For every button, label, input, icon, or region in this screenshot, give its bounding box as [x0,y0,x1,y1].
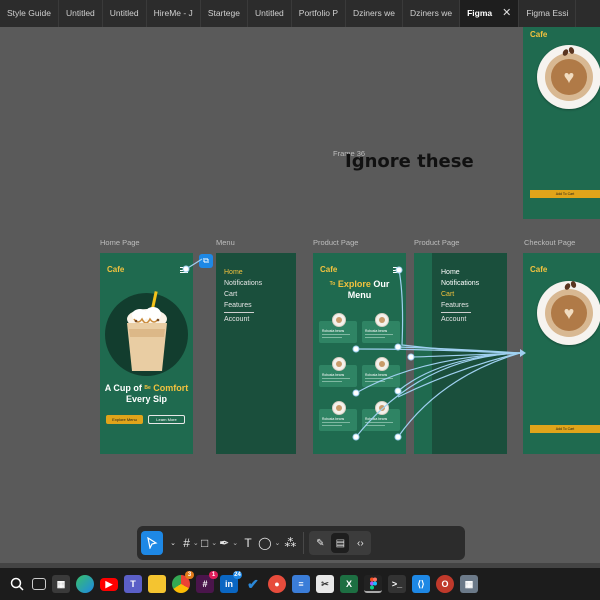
text-icon: T [244,536,252,550]
prototype-connections [182,258,526,441]
code-icon: ‹› [357,537,364,549]
design-mode-button[interactable]: ▤ [331,533,350,553]
pen-icon: ✒ [219,536,230,550]
tab[interactable]: Dziners we [346,0,404,27]
close-icon[interactable]: ✕ [502,0,511,27]
pen-tool[interactable]: ✒ ⌄ [219,531,238,555]
cursor-icon [147,537,158,549]
figma-canvas[interactable]: Frame 36 Ignore these ♥ Cafe Add To Cart… [0,27,600,565]
components-icon: ⁂ [284,536,297,550]
calculator-icon[interactable]: ▦ [460,575,478,593]
chevron-down-icon: ⌄ [274,540,281,547]
vscode-icon[interactable]: ⟨⟩ [412,575,430,593]
tab[interactable]: Dziners we [403,0,461,27]
chevron-down-icon[interactable]: ⌄ [165,531,181,555]
text-tool[interactable]: T [240,531,256,555]
widgets-icon[interactable]: ▦ [52,575,70,593]
tab-active[interactable]: Figma ✕ [460,0,520,27]
chevron-down-icon: ⌄ [211,540,218,547]
comment-icon: ◯ [258,536,272,550]
youtube-icon[interactable]: ▶ [100,577,118,591]
excel-icon[interactable]: X [340,575,358,593]
windows-taskbar: ▦ ▶ T 3 # 1 in 24 ✔ ● ≡ ✂ X >_ ⟨⟩ O ▦ [0,568,600,600]
chrome-icon[interactable]: 3 [172,571,194,593]
mode-switcher: ✎ ▤ ‹› [309,531,372,555]
slack-icon[interactable]: # 1 [196,571,218,593]
tab-label: Figma [467,8,493,18]
notes-icon[interactable]: ≡ [292,575,310,593]
draw-icon: ✎ [316,537,325,549]
opera-icon[interactable]: O [436,575,454,593]
chevron-down-icon: ⌄ [232,540,239,547]
design-icon: ▤ [335,537,346,549]
linkedin-icon[interactable]: in 24 [220,571,242,593]
file-explorer-icon[interactable] [148,575,166,593]
search-icon[interactable] [8,575,26,593]
draw-mode-button[interactable]: ✎ [311,533,329,553]
tab[interactable]: Style Guide [0,0,59,27]
tab[interactable]: Figma Essi [519,0,577,27]
tab[interactable]: Untitled [103,0,147,27]
screen-recorder-icon[interactable]: ● [268,575,286,593]
frame-tool[interactable]: # ⌄ [183,531,199,555]
move-tool[interactable] [141,531,163,555]
components-tool[interactable]: ⁂ [282,531,298,555]
browser-tab-bar: Style Guide Untitled Untitled HireMe - J… [0,0,600,27]
toolbar-divider [303,532,305,554]
rectangle-icon: □ [201,536,209,550]
snipping-tool-icon[interactable]: ✂ [316,575,334,593]
figma-icon[interactable] [364,575,382,593]
dev-mode-button[interactable]: ‹› [351,533,369,553]
comment-tool[interactable]: ◯ ⌄ [258,531,280,555]
shape-tool[interactable]: □ ⌄ [201,531,217,555]
tab[interactable]: Portfolio P [292,0,346,27]
frame-icon: # [183,536,190,550]
edge-icon[interactable] [76,575,94,593]
tab[interactable]: Startege [201,0,248,27]
todo-icon[interactable]: ✔ [244,575,262,593]
task-view-icon[interactable] [32,578,46,590]
teams-icon[interactable]: T [124,575,142,593]
tab[interactable]: Untitled [59,0,103,27]
terminal-icon[interactable]: >_ [388,575,406,593]
figma-toolbar: ⌄ # ⌄ □ ⌄ ✒ ⌄ T ◯ ⌄ ⁂ ✎ ▤ ‹› [137,526,465,560]
tab[interactable]: HireMe - J [147,0,201,27]
chevron-down-icon: ⌄ [192,540,199,547]
tab[interactable]: Untitled [248,0,292,27]
